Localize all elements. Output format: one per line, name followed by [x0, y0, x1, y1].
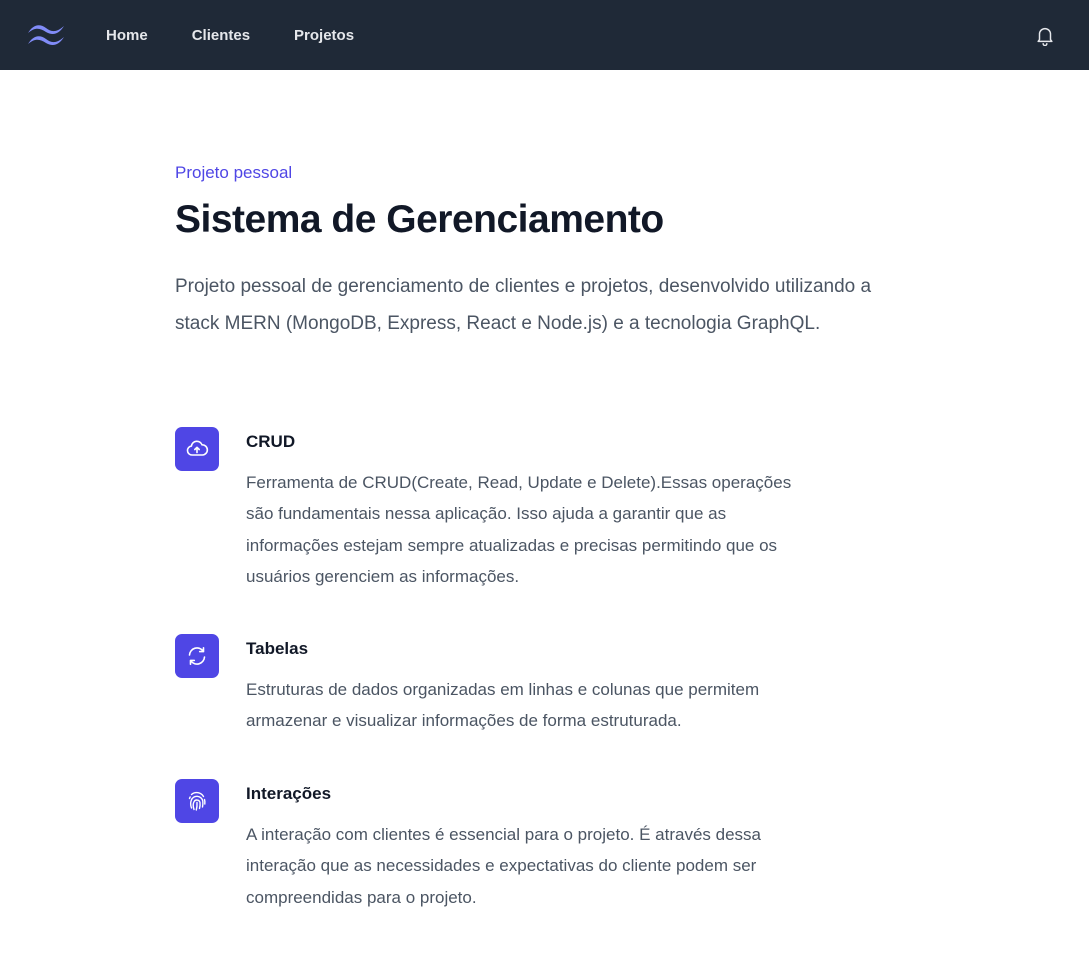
- feature-title: Tabelas: [246, 639, 309, 658]
- page-title: Sistema de Gerenciamento: [175, 198, 664, 241]
- feature-description: A interação com clientes é essencial par…: [246, 825, 762, 907]
- feature-title: Interações: [246, 784, 332, 803]
- feature-title: CRUD: [246, 432, 296, 451]
- tailwind-wave-logo-icon[interactable]: [26, 22, 66, 48]
- hero-description: Projeto pessoal de gerenciamento de clie…: [175, 276, 872, 334]
- feature-icon-box: [175, 427, 219, 471]
- nav-link-projetos[interactable]: Projetos: [282, 21, 366, 50]
- feature-icon-box: [175, 779, 219, 823]
- top-navbar: Home Clientes Projetos: [0, 0, 1089, 70]
- feature-icon-box: [175, 634, 219, 678]
- fingerprint-icon: [188, 791, 206, 811]
- feature-description: Estruturas de dados organizadas em linha…: [246, 680, 760, 731]
- feature-description: Ferramenta de CRUD(Create, Read, Update …: [246, 473, 792, 586]
- bell-icon[interactable]: [1034, 24, 1056, 46]
- refresh-icon: [188, 647, 206, 665]
- cloud-upload-icon: [186, 440, 209, 456]
- nav-link-home[interactable]: Home: [94, 21, 160, 50]
- main-nav: Home Clientes Projetos: [94, 21, 386, 50]
- hero-eyebrow: Projeto pessoal: [175, 163, 293, 182]
- nav-link-clientes[interactable]: Clientes: [180, 21, 262, 50]
